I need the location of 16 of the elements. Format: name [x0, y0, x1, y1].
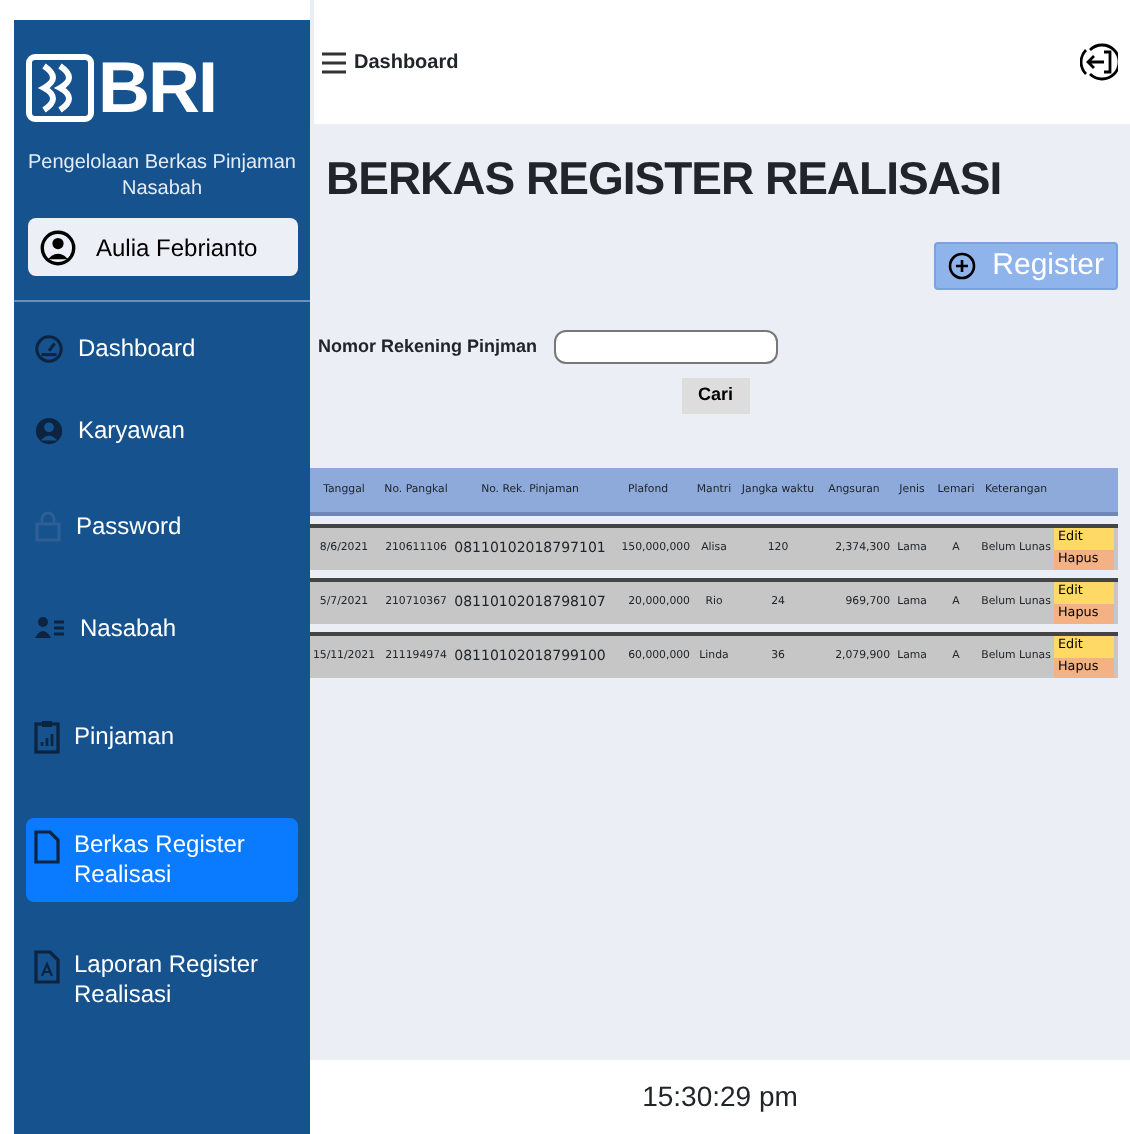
- user-name: Aulia Febrianto: [96, 231, 258, 265]
- sidebar-item[interactable]: Laporan Register Realisasi: [26, 938, 298, 1022]
- sidebar-item[interactable]: Dashboard: [26, 322, 298, 376]
- search-button[interactable]: Cari: [682, 378, 750, 413]
- user-profile[interactable]: Aulia Febrianto: [28, 218, 298, 276]
- sidebar-item[interactable]: Password: [26, 498, 298, 554]
- logo-text: BRI: [98, 52, 216, 124]
- sidebar-item[interactable]: Karyawan: [26, 404, 298, 458]
- header-title: Dashboard: [354, 49, 459, 77]
- app-subtitle: Pengelolaan Berkas Pinjaman Nasabah: [26, 152, 298, 202]
- sidebar-item[interactable]: Nasabah: [26, 602, 298, 656]
- page-title: BERKAS REGISTER REALISASI: [326, 150, 1004, 208]
- sidebar-item[interactable]: Berkas Register Realisasi: [26, 818, 298, 902]
- clock-time: 15:30:29 pm: [642, 1078, 798, 1116]
- search-label: Nomor Rekening Pinjman: [318, 333, 538, 360]
- sidebar-item[interactable]: Pinjaman: [26, 708, 298, 766]
